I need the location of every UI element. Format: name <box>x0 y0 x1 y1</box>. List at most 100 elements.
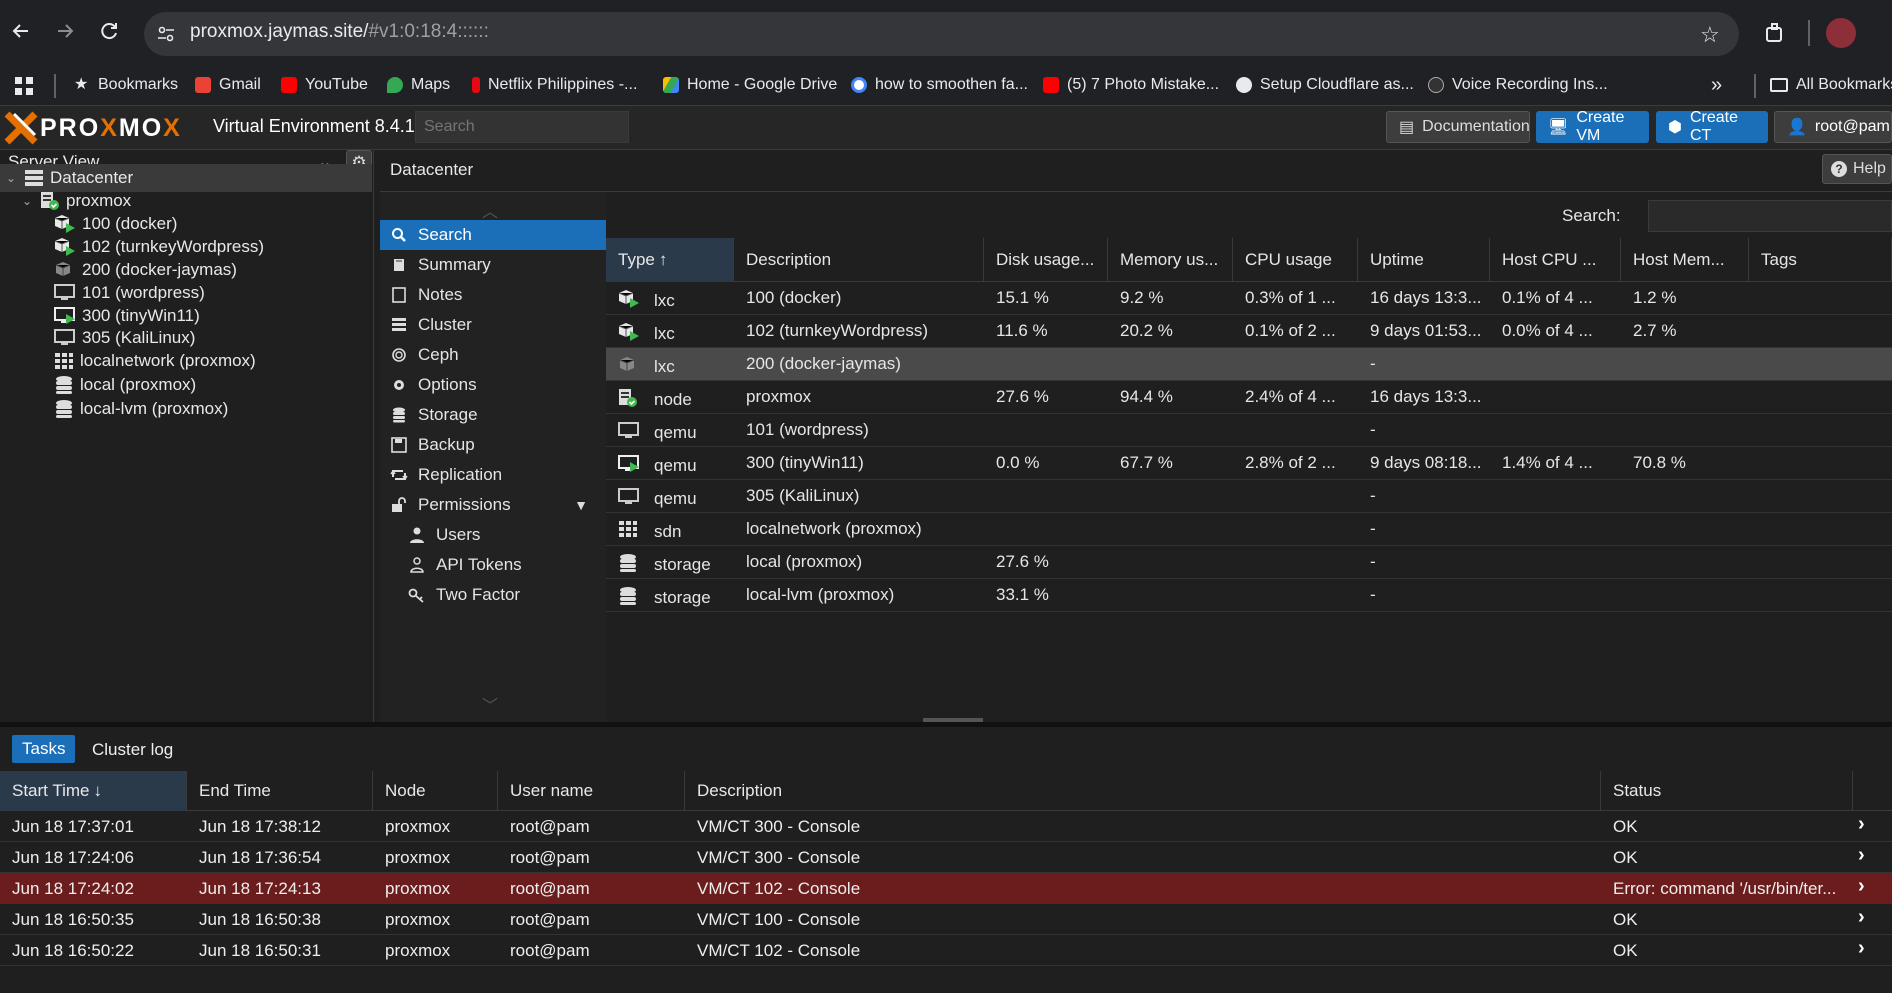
bookmark-bookmarks[interactable]: ★ Bookmarks <box>74 76 178 94</box>
nav-item-label: Search <box>418 225 472 244</box>
table-row[interactable]: sdn localnetwork (proxmox) - <box>606 513 1892 546</box>
column-header[interactable]: User name <box>498 771 685 811</box>
tab-tasks[interactable]: Tasks <box>12 735 76 763</box>
column-header[interactable]: Status <box>1601 771 1853 811</box>
bookmark-github[interactable]: Setup Cloudflare as... <box>1236 76 1414 94</box>
divider <box>1808 20 1810 46</box>
table-row[interactable]: storage local (proxmox) 27.6 % - <box>606 546 1892 579</box>
expand-toggle-icon[interactable]: ⌄ <box>22 194 34 208</box>
task-row[interactable]: Jun 18 16:50:22 Jun 18 16:50:31 proxmox roo… <box>0 935 1892 966</box>
nav-item-ceph[interactable]: Ceph <box>380 340 606 370</box>
table-row[interactable]: lxc 200 (docker-jaymas) - <box>606 348 1892 381</box>
grid-search-input[interactable] <box>1648 200 1892 232</box>
task-row[interactable]: Jun 18 17:37:01 Jun 18 17:38:12 proxmox roo… <box>0 811 1892 842</box>
bookmark-youtube[interactable]: YouTube <box>281 76 368 94</box>
task-row[interactable]: Jun 18 17:24:06 Jun 18 17:36:54 proxmox roo… <box>0 842 1892 873</box>
user-menu-button[interactable]: 👤 root@pam <box>1774 111 1892 143</box>
create-vm-button[interactable]: 🖥 Create VM <box>1536 109 1649 144</box>
nav-item-storage[interactable]: Storage <box>380 400 606 430</box>
chevron-right-icon[interactable]: › <box>1858 875 1865 898</box>
star-icon[interactable]: ☆ <box>1700 22 1720 48</box>
column-header[interactable]: Uptime <box>1358 238 1490 282</box>
cell-hmem: 1.2 % <box>1633 288 1677 307</box>
table-row[interactable]: storage local-lvm (proxmox) 33.1 % - <box>606 579 1892 612</box>
forward-icon[interactable] <box>54 20 76 42</box>
task-row[interactable]: Jun 18 17:24:02 Jun 18 17:24:13 proxmox roo… <box>0 873 1892 904</box>
help-button[interactable]: ? Help <box>1822 154 1892 184</box>
reload-icon[interactable] <box>98 20 120 42</box>
chevron-right-icon[interactable]: › <box>1858 906 1865 929</box>
nav-item-two-factor[interactable]: Two Factor <box>380 580 606 610</box>
more-bookmarks-icon[interactable]: » <box>1711 74 1722 97</box>
cell-hcpu: 0.0% of 4 ... <box>1502 321 1593 340</box>
bookmark-label: Setup Cloudflare as... <box>1260 76 1414 93</box>
column-header[interactable]: Start Time ↓ <box>0 771 187 811</box>
back-icon[interactable] <box>10 20 32 42</box>
nav-item-options[interactable]: Options <box>380 370 606 400</box>
tree-item-label: 101 (wordpress) <box>82 283 205 302</box>
datacenter-nav: ︿ Search Summary Notes Cluster Ceph Options St… <box>380 192 606 722</box>
profile-avatar[interactable] <box>1826 18 1856 48</box>
table-row[interactable]: qemu 300 (tinyWin11) 0.0 % 67.7 % 2.8% of 2 … <box>606 447 1892 480</box>
scroll-down-icon[interactable]: ﹀ <box>482 692 498 716</box>
nav-item-backup[interactable]: Backup <box>380 430 606 460</box>
chevron-right-icon[interactable]: › <box>1858 813 1865 836</box>
task-row[interactable]: Jun 18 16:50:35 Jun 18 16:50:38 proxmox roo… <box>0 904 1892 935</box>
nav-item-cluster[interactable]: Cluster <box>380 310 606 340</box>
nav-item-search[interactable]: Search <box>380 220 606 250</box>
table-row[interactable]: qemu 101 (wordpress) - <box>606 414 1892 447</box>
nav-item-users[interactable]: Users <box>380 520 606 550</box>
nav-item-notes[interactable]: Notes <box>380 280 606 310</box>
cell-uptime: - <box>1370 585 1376 604</box>
site-info-icon[interactable] <box>156 24 176 44</box>
column-header[interactable]: Tags <box>1749 238 1892 282</box>
nav-item-summary[interactable]: Summary <box>380 250 606 280</box>
column-header[interactable]: Description <box>685 771 1601 811</box>
tree-item[interactable]: local-lvm (proxmox) <box>0 395 372 423</box>
tree-item-label: 100 (docker) <box>82 214 178 233</box>
nav-item-replication[interactable]: Replication <box>380 460 606 490</box>
bookmark-maps[interactable]: Maps <box>387 76 450 94</box>
bookmark-google-search[interactable]: how to smoothen fa... <box>851 76 1028 94</box>
cell-uptime: 9 days 01:53... <box>1370 321 1482 340</box>
all-bookmarks-button[interactable]: All Bookmarks <box>1770 76 1892 94</box>
bookmark-voice-recording[interactable]: Voice Recording Ins... <box>1428 76 1608 94</box>
cell-cpu: 2.8% of 2 ... <box>1245 453 1336 472</box>
column-header[interactable]: End Time <box>187 771 373 811</box>
key-icon <box>408 587 426 603</box>
column-header[interactable]: Disk usage... <box>984 238 1108 282</box>
create-ct-button[interactable]: ⬢ Create CT <box>1656 109 1768 144</box>
table-row[interactable]: node proxmox 27.6 % 94.4 % 2.4% of 4 ... 16 d… <box>606 381 1892 414</box>
bookmark-gmail[interactable]: Gmail <box>195 76 261 94</box>
table-row[interactable]: lxc 100 (docker) 15.1 % 9.2 % 0.3% of 1 ... 1… <box>606 282 1892 315</box>
column-header[interactable]: Node <box>373 771 498 811</box>
documentation-button[interactable]: ▤ Documentation <box>1386 111 1530 143</box>
nav-item-permissions[interactable]: Permissions ▼ <box>380 490 606 520</box>
column-header[interactable]: Description <box>734 238 984 282</box>
chevron-right-icon[interactable]: › <box>1858 937 1865 960</box>
caret-down-icon[interactable]: ▼ <box>574 497 588 513</box>
apps-grid-icon[interactable] <box>14 76 34 96</box>
column-header[interactable]: Host CPU ... <box>1490 238 1621 282</box>
expand-toggle-icon[interactable]: ⌄ <box>6 171 18 185</box>
bookmark-youtube-video[interactable]: (5) 7 Photo Mistake... <box>1043 76 1219 94</box>
table-row[interactable]: lxc 102 (turnkeyWordpress) 11.6 % 20.2 % 0.1… <box>606 315 1892 348</box>
task-cell-end: Jun 18 17:36:54 <box>199 848 321 867</box>
column-header[interactable]: Memory us... <box>1108 238 1233 282</box>
nav-item-api-tokens[interactable]: API Tokens <box>380 550 606 580</box>
cell-hcpu: 1.4% of 4 ... <box>1502 453 1593 472</box>
global-search-input[interactable] <box>415 111 629 143</box>
column-header[interactable]: Type ↑ <box>606 238 734 282</box>
cell-desc: 300 (tinyWin11) <box>746 453 864 472</box>
column-header[interactable]: Host Mem... <box>1621 238 1749 282</box>
bookmark-google-drive[interactable]: Home - Google Drive <box>663 76 837 94</box>
extensions-icon[interactable] <box>1764 22 1786 44</box>
table-row[interactable]: qemu 305 (KaliLinux) - <box>606 480 1892 513</box>
tab-cluster-log[interactable]: Cluster log <box>92 740 173 760</box>
url-text[interactable]: proxmox.jaymas.site/#v1:0:18:4:::::: <box>190 21 489 43</box>
scroll-up-icon[interactable]: ︿ <box>482 198 498 222</box>
chevron-right-icon[interactable]: › <box>1858 844 1865 867</box>
bookmark-netflix[interactable]: Netflix Philippines -... <box>472 76 637 94</box>
column-header[interactable]: CPU usage <box>1233 238 1358 282</box>
lxc-running-icon <box>54 237 76 257</box>
